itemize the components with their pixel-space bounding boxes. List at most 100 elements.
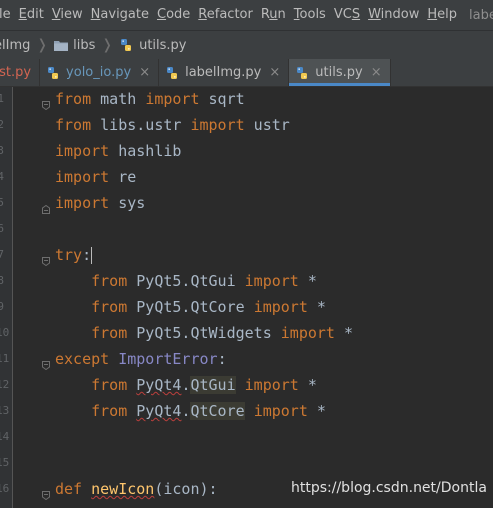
code-token: from (91, 272, 128, 290)
code-line: from PyQt5.QtWidgets import * (55, 320, 353, 346)
code-token: PyQt5.QtCore (127, 298, 254, 316)
breadcrumb-item[interactable]: elImg (0, 38, 30, 53)
breadcrumb-item[interactable]: utils.py (119, 37, 187, 53)
breadcrumb-label: utils.py (139, 37, 187, 53)
code-token: * (334, 324, 354, 342)
code-line: from PyQt5.QtCore import * (55, 294, 326, 320)
menu-code[interactable]: Code (153, 0, 194, 30)
code-token: PyQt4 (136, 402, 182, 420)
code-token: from (91, 402, 128, 420)
code-line: from PyQt4.QtGui import * (55, 372, 317, 398)
code-token: import (190, 116, 245, 134)
code-token: import (55, 194, 110, 212)
fold-marker-icon[interactable] (42, 485, 50, 501)
code-token: import (253, 402, 308, 420)
code-line: from PyQt4.QtCore import * (55, 398, 326, 424)
close-icon[interactable]: × (269, 65, 280, 80)
window-title: labe (469, 7, 493, 23)
code-token: import (55, 142, 110, 160)
breadcrumb-label: elImg (0, 37, 31, 53)
code-token: from (55, 90, 92, 108)
code-token: QtGui (190, 376, 236, 394)
code-token: PyQt5.QtGui (127, 272, 245, 290)
menu-tools[interactable]: Tools (290, 0, 330, 30)
code-token: PyQt5.QtWidgets (127, 324, 281, 342)
line-number: 5 (0, 196, 4, 209)
code-token: ImportError (118, 350, 218, 368)
code-token: import (55, 168, 110, 186)
fold-marker-icon[interactable] (42, 355, 50, 371)
code-token: def (55, 480, 83, 498)
code-token: libs.ustr (91, 116, 191, 134)
menu-run[interactable]: Run (257, 0, 290, 30)
menu-help[interactable]: Help (423, 0, 461, 30)
line-number: 6 (0, 222, 4, 235)
code-token: from (91, 376, 128, 394)
code-editor[interactable]: 12345678910111213141516 from math import… (0, 87, 493, 508)
tab-label: labelImg.py (185, 65, 262, 80)
menu-view[interactable]: View (48, 0, 87, 30)
menu-vcs[interactable]: VCS (330, 0, 364, 30)
line-number: 11 (0, 352, 10, 365)
menu-bar: le Edit View Navigate Code Refactor Run Tools VC… (0, 0, 493, 30)
menu-window[interactable]: Window (364, 0, 423, 30)
menu-navigate[interactable]: Navigate (87, 0, 153, 30)
tab-yolo_io[interactable]: yolo_io.py × (40, 59, 160, 86)
chevron-right-icon: ❭ (101, 37, 114, 53)
menu-refactor[interactable]: Refactor (194, 0, 257, 30)
fold-marker-icon[interactable] (42, 199, 50, 214)
code-token: * (298, 272, 317, 290)
code-line: def newIcon(icon): (55, 476, 218, 502)
code-token: ustr (244, 116, 290, 134)
fold-marker-icon[interactable] (42, 251, 50, 267)
line-number-gutter: 12345678910111213141516 (0, 87, 13, 508)
code-token: re (109, 168, 137, 186)
code-token: import (253, 298, 308, 316)
line-number: 9 (0, 300, 4, 313)
close-icon[interactable]: × (371, 65, 382, 80)
breadcrumb-label: libs (73, 37, 96, 53)
line-number: 1 (0, 92, 4, 105)
menu-edit[interactable]: Edit (15, 0, 48, 30)
code-line: try: (55, 242, 93, 268)
code-line: from libs.ustr import ustr (55, 112, 290, 138)
code-token: import (145, 90, 200, 108)
code-token: sqrt (199, 90, 245, 108)
code-token: import (244, 376, 299, 394)
watermark: https://blog.csdn.net/Dontla (291, 480, 487, 496)
tab-test[interactable]: test.py (0, 59, 41, 86)
code-token: try (55, 246, 83, 264)
code-line: import re (55, 164, 136, 190)
line-number: 4 (0, 170, 4, 183)
tab-labelimg[interactable]: labelImg.py × (159, 59, 290, 86)
code-token: (icon): (154, 480, 218, 498)
python-file-icon (46, 66, 60, 80)
editor-tab-bar: test.py yolo_io.py × labelImg.py × utils.py × (0, 59, 493, 87)
breadcrumb-item[interactable]: libs (54, 38, 95, 53)
tab-label: test.py (0, 65, 32, 80)
code-token: from (55, 116, 92, 134)
code-token: PyQt4 (136, 376, 182, 394)
fold-marker-icon[interactable] (42, 95, 50, 111)
menu-le[interactable]: le (0, 0, 15, 30)
code-line: except ImportError: (55, 346, 227, 372)
tab-utils[interactable]: utils.py × (289, 59, 391, 86)
python-file-icon (295, 66, 309, 80)
line-number: 14 (0, 430, 10, 443)
code-token: import (280, 324, 335, 342)
line-number: 7 (0, 248, 4, 261)
code-token: from (91, 324, 128, 342)
code-token: sys (109, 194, 146, 212)
close-icon[interactable]: × (139, 65, 150, 80)
code-line: from math import sqrt (55, 86, 245, 112)
line-number: 15 (0, 456, 10, 469)
